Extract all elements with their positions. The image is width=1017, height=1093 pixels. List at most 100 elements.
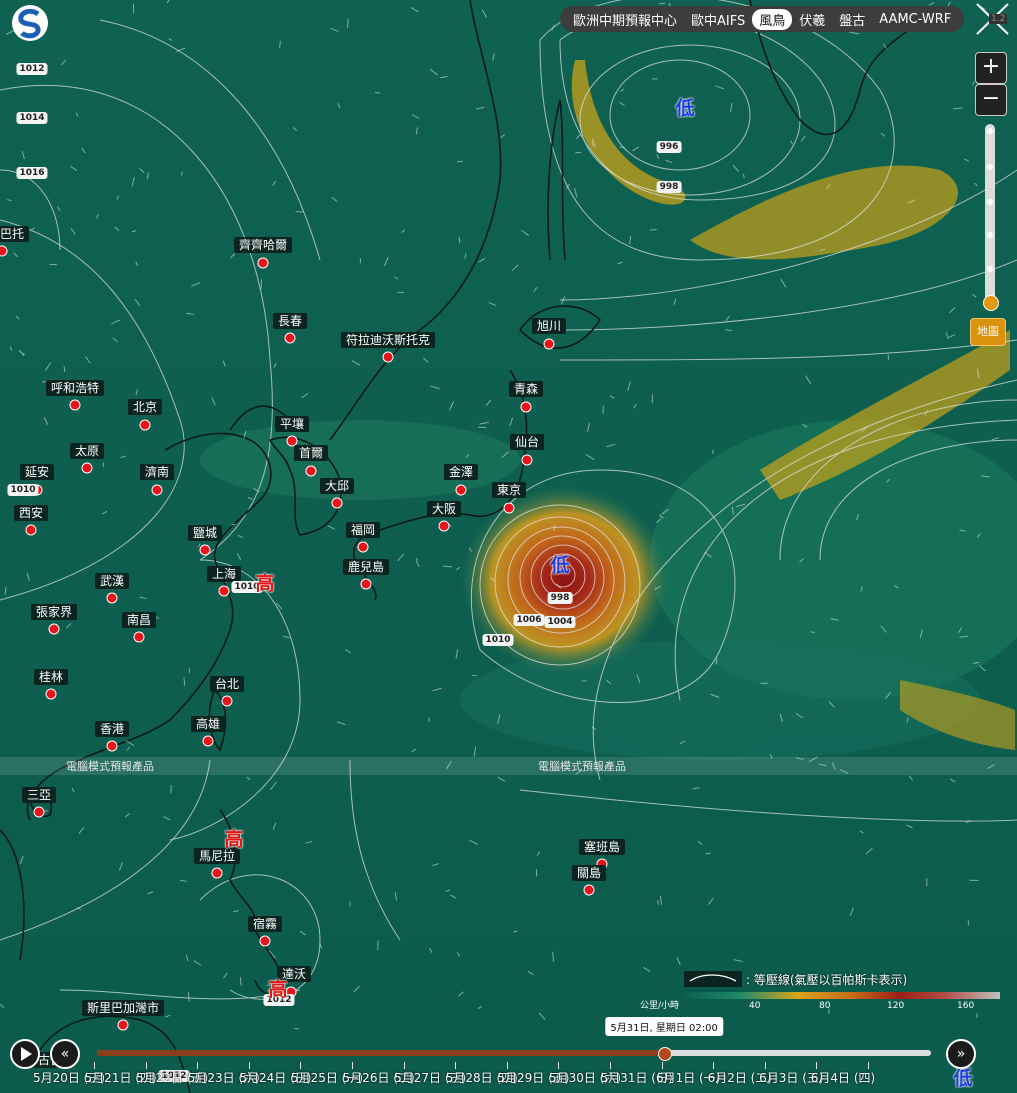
isobar-value: 1010 — [7, 484, 39, 496]
city-marker[interactable] — [48, 623, 60, 635]
city-marker[interactable] — [69, 399, 81, 411]
city-label: 張家界 — [30, 604, 78, 620]
model-aifs-tab[interactable]: 歐中AIFS — [684, 9, 752, 30]
timeline-tick — [248, 1062, 250, 1069]
city-marker[interactable] — [202, 735, 214, 747]
city-marker[interactable] — [382, 351, 394, 363]
timeline-tick — [352, 1062, 353, 1069]
timeline-tick — [94, 1062, 95, 1069]
city-marker[interactable] — [139, 419, 151, 431]
city-label: 北京 — [127, 399, 163, 415]
city-marker[interactable] — [520, 401, 532, 413]
isobar-value: 998 — [547, 592, 573, 604]
high-pressure-marker: 高 — [255, 572, 275, 595]
city-label: 呼和浩特 — [45, 380, 105, 396]
city-label: 塞班島 — [578, 839, 626, 855]
city-marker[interactable] — [106, 740, 118, 752]
model-fengniao-tab[interactable]: 風鳥 — [752, 8, 793, 30]
high-pressure-marker: 高 — [268, 978, 288, 1001]
current-time-tooltip: 5月31日, 星期日 02:00 — [605, 1017, 723, 1036]
timeline-tick — [558, 1062, 560, 1069]
basemap-toggle-button[interactable]: 地圖 — [970, 318, 1006, 346]
city-marker[interactable] — [438, 520, 450, 532]
city-marker[interactable] — [25, 524, 37, 536]
zoom-in-button[interactable]: + — [975, 52, 1007, 84]
city-marker[interactable] — [543, 338, 555, 350]
city-label: 仙台 — [509, 434, 545, 450]
city-label: 旭川 — [531, 318, 567, 334]
isobar-value: 996 — [656, 141, 682, 153]
product-label: 電腦模式預報產品 — [538, 760, 626, 773]
city-marker[interactable] — [357, 541, 369, 553]
city-marker[interactable] — [284, 332, 296, 344]
city-label: 大阪 — [426, 501, 462, 517]
city-label: 福岡 — [345, 522, 381, 538]
city-marker[interactable] — [33, 806, 45, 818]
city-label: 上海 — [206, 566, 242, 582]
city-label: 三亞 — [21, 787, 57, 803]
product-label: 電腦模式預報產品 — [66, 760, 154, 773]
city-marker[interactable] — [257, 257, 269, 269]
city-label: 台北 — [209, 676, 245, 692]
weather-map[interactable] — [0, 0, 1017, 1093]
city-marker[interactable] — [151, 484, 163, 496]
city-marker[interactable] — [305, 465, 317, 477]
slider-handle[interactable] — [983, 295, 999, 311]
colorbar-tick: 120 — [887, 1001, 905, 1011]
timeline-tick — [713, 1062, 715, 1069]
city-marker[interactable] — [521, 454, 533, 466]
city-marker[interactable] — [199, 544, 211, 556]
zoom-out-button[interactable]: − — [975, 84, 1007, 116]
city-marker[interactable] — [117, 1019, 129, 1031]
timeline-track[interactable] — [97, 1050, 931, 1056]
step-forward-button[interactable]: » — [946, 1039, 976, 1069]
city-marker[interactable] — [331, 497, 343, 509]
isobar-value: 1012 — [16, 63, 48, 75]
city-marker[interactable] — [45, 688, 57, 700]
city-marker[interactable] — [221, 695, 233, 707]
city-label: 香港 — [94, 721, 130, 737]
wind-unit: 公里/小時 — [640, 1001, 680, 1011]
timeline-tick — [300, 1062, 302, 1069]
isobar-value: 1010 — [482, 634, 514, 646]
play-button[interactable] — [10, 1039, 40, 1069]
city-label: 西安 — [13, 505, 49, 521]
city-label: 巴托 — [0, 226, 30, 242]
colorbar-tick: 160 — [957, 1001, 975, 1011]
model-ecmwf-tab[interactable]: 歐洲中期預報中心 — [566, 9, 684, 30]
city-label: 斯里巴加灣市 — [81, 1000, 165, 1016]
model-fuxi-tab[interactable]: 伏羲 — [792, 9, 832, 30]
city-label: 長春 — [272, 313, 308, 329]
city-marker[interactable] — [259, 935, 271, 947]
timeline-progress — [97, 1050, 665, 1056]
city-label: 濟南 — [139, 464, 175, 480]
city-marker[interactable] — [218, 585, 230, 597]
timeline-tick — [145, 1062, 147, 1069]
model-aamc-wrf-tab[interactable]: AAMC-WRF — [872, 11, 958, 28]
city-label: 鹿兒島 — [342, 559, 390, 575]
isobar-value: 998 — [656, 181, 682, 193]
model-selector: 歐洲中期預報中心 歐中AIFS 風鳥 伏羲 盤古 AAMC-WRF — [560, 6, 965, 32]
timeline-day-label[interactable]: 6月4日 (四) — [811, 1069, 875, 1086]
city-label: 東京 — [491, 482, 527, 498]
low-pressure-marker: 低 — [550, 554, 570, 577]
model-pangu-tab[interactable]: 盤古 — [832, 9, 872, 30]
city-marker[interactable] — [81, 462, 93, 474]
fullscreen-badge: 1.2 — [989, 14, 1008, 24]
city-marker[interactable] — [360, 578, 372, 590]
city-marker[interactable] — [583, 884, 595, 896]
layer-opacity-slider[interactable] — [985, 124, 995, 304]
colorbar-tick: 40 — [749, 1001, 761, 1011]
step-back-button[interactable]: « — [50, 1039, 80, 1069]
city-marker[interactable] — [106, 592, 118, 604]
city-marker[interactable] — [211, 867, 223, 879]
legend: : 等壓線(氣壓以百帕斯卡表示) 公里/小時 40 80 120 160 — [640, 968, 1010, 1013]
city-marker[interactable] — [503, 502, 515, 514]
city-marker[interactable] — [133, 631, 145, 643]
timeline-tick — [764, 1062, 766, 1069]
fullscreen-button[interactable]: 1.2 — [972, 0, 1012, 38]
timeline-tick — [197, 1062, 199, 1069]
timeline-tick — [610, 1062, 611, 1069]
timeline-handle[interactable] — [658, 1047, 673, 1061]
city-marker[interactable] — [455, 484, 467, 496]
